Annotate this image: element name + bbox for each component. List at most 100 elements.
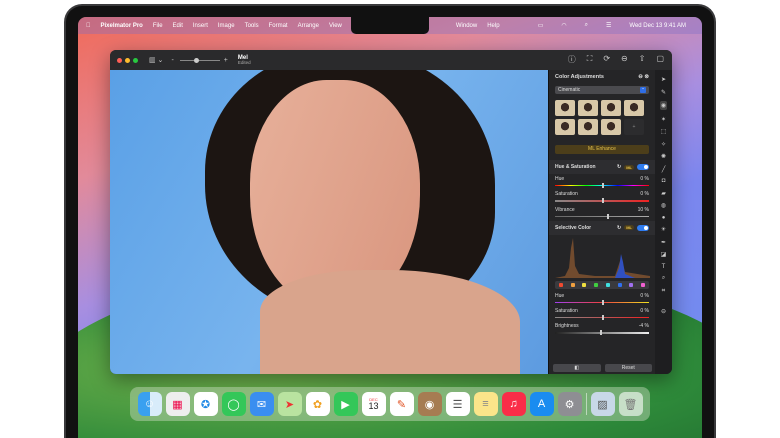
menu-format[interactable]: Format <box>269 23 288 29</box>
wifi-icon[interactable]: ◠ <box>561 22 566 29</box>
collapse-icon[interactable]: ⊖ <box>661 308 666 315</box>
menu-app[interactable]: Pixelmator Pro <box>101 23 143 29</box>
canvas-photo[interactable] <box>110 70 548 374</box>
slider-knob[interactable] <box>602 299 604 305</box>
preset-thumb[interactable] <box>601 119 621 135</box>
menu-insert[interactable]: Insert <box>193 23 208 29</box>
menu-window[interactable]: Window <box>456 23 477 29</box>
selective-color-toggle[interactable] <box>637 224 649 231</box>
preview-icon[interactable]: ▨ <box>590 392 615 416</box>
slider-value[interactable]: 0 % <box>640 191 649 197</box>
slider-track[interactable] <box>555 299 649 305</box>
sidebar-toggle-icon[interactable]: ▥ ⌄ <box>149 56 163 64</box>
preset-thumb[interactable] <box>555 119 575 135</box>
hue-saturation-toggle[interactable] <box>637 164 649 170</box>
slider-knob[interactable] <box>602 198 604 204</box>
slider-knob[interactable] <box>602 315 604 321</box>
menu-image[interactable]: Image <box>218 23 235 29</box>
facetime-icon[interactable]: ▶ <box>333 392 358 416</box>
preset-thumb[interactable] <box>578 119 598 135</box>
color-swatch[interactable] <box>594 282 599 287</box>
reset-button[interactable]: Reset <box>604 364 652 372</box>
preset-thumb[interactable] <box>601 100 621 116</box>
add-preset-button[interactable]: + <box>624 119 644 135</box>
preset-thumb[interactable] <box>624 100 644 116</box>
distort-icon[interactable]: ● <box>662 215 666 221</box>
color-adjust-tool-icon[interactable]: ◉ <box>659 101 668 110</box>
control-center-icon[interactable]: ☰ <box>606 22 611 29</box>
color-swatch[interactable] <box>558 282 563 287</box>
compare-button[interactable]: ◧ <box>553 364 601 372</box>
preset-thumb[interactable] <box>555 100 575 116</box>
reminders-icon[interactable]: ☰ <box>445 392 470 416</box>
zoom-in-icon[interactable]: + <box>224 57 228 64</box>
arrange-tool-icon[interactable]: ➤ <box>661 76 666 83</box>
calendar-icon[interactable]: DEC 13 <box>361 392 386 416</box>
messages-icon[interactable]: ◯ <box>221 392 246 416</box>
repair-icon[interactable]: ✺ <box>661 153 666 160</box>
menu-edit[interactable]: Edit <box>173 23 183 29</box>
menu-tools[interactable]: Tools <box>245 23 259 29</box>
ml-super-resolution-icon[interactable]: ⛶ <box>587 54 593 65</box>
info-icon[interactable]: ⓘ <box>568 54 576 65</box>
paint-icon[interactable]: ╱ <box>662 166 666 173</box>
color-swatch[interactable] <box>617 282 622 287</box>
slider-track[interactable] <box>555 183 649 188</box>
zoom-icon[interactable]: ⌕ <box>662 275 665 282</box>
light-icon[interactable]: ☀ <box>661 226 666 233</box>
more-icon[interactable]: ⊖ <box>621 54 628 65</box>
app-store-icon[interactable]: A <box>529 392 554 416</box>
slider-value[interactable]: 0 % <box>640 176 649 182</box>
system-settings-icon[interactable]: ⚙ <box>557 392 582 416</box>
slider-knob[interactable] <box>602 183 604 188</box>
finder-icon[interactable]: ☺ <box>137 392 162 416</box>
notes-icon[interactable]: ≡ <box>473 392 498 416</box>
preset-thumb[interactable] <box>578 100 598 116</box>
slider-value[interactable]: 0 % <box>640 308 649 314</box>
shapes-icon[interactable]: ◪ <box>661 251 667 258</box>
fill-icon[interactable]: ◘ <box>662 178 666 184</box>
select-tool-icon[interactable]: ⬚ <box>661 128 667 135</box>
menu-arrange[interactable]: Arrange <box>298 23 319 29</box>
zoom-slider[interactable] <box>179 57 220 63</box>
ml-enhance-button[interactable]: ML Enhance <box>555 145 649 154</box>
color-swatch[interactable] <box>641 282 646 287</box>
color-swatch[interactable] <box>582 282 587 287</box>
style-tool-icon[interactable]: ✎ <box>661 89 666 96</box>
slider-track[interactable] <box>555 330 649 336</box>
slider-value[interactable]: 0 % <box>640 293 649 299</box>
slider-track[interactable] <box>555 315 649 321</box>
menu-help[interactable]: Help <box>487 23 499 29</box>
erase-icon[interactable]: ▰ <box>661 190 666 197</box>
ml-badge[interactable]: ML <box>624 225 634 231</box>
trash-icon[interactable]: 🗑 <box>618 392 643 416</box>
share-icon[interactable]: ⇧ <box>639 54 646 65</box>
zoom-out-icon[interactable]: - <box>171 57 173 64</box>
search-icon[interactable]: ⌕ <box>585 22 588 29</box>
reset-icon[interactable]: ↻ <box>617 164 621 170</box>
menu-file[interactable]: File <box>153 23 163 29</box>
crop-icon[interactable]: ⌗ <box>662 288 665 295</box>
close-button[interactable] <box>117 57 122 63</box>
zoom-button[interactable] <box>133 57 138 63</box>
panel-options-icon[interactable]: ⊖ ⊗ <box>638 74 649 80</box>
quick-select-icon[interactable]: ✧ <box>661 141 666 148</box>
color-swatch[interactable] <box>570 282 575 287</box>
slider-value[interactable]: -4 % <box>639 323 649 329</box>
minimize-button[interactable] <box>125 57 130 63</box>
reset-icon[interactable]: ↻ <box>617 225 621 231</box>
slider-track[interactable] <box>555 213 649 219</box>
text-icon[interactable]: T <box>662 264 666 270</box>
apple-icon[interactable]:  <box>86 23 91 29</box>
battery-icon[interactable]: ▭ <box>538 22 544 29</box>
preset-select[interactable]: Cinematic ⌃ <box>555 86 649 94</box>
launchpad-icon[interactable]: ▦ <box>165 392 190 416</box>
maps-icon[interactable]: ➤ <box>277 392 302 416</box>
mail-icon[interactable]: ✉ <box>249 392 274 416</box>
color-swatch[interactable] <box>605 282 610 287</box>
ml-badge[interactable]: ML <box>624 164 634 170</box>
color-swatch[interactable] <box>629 282 634 287</box>
slider-knob[interactable] <box>600 330 603 336</box>
menu-view[interactable]: View <box>329 23 342 29</box>
clock[interactable]: Wed Dec 13 9:41 AM <box>629 23 686 29</box>
